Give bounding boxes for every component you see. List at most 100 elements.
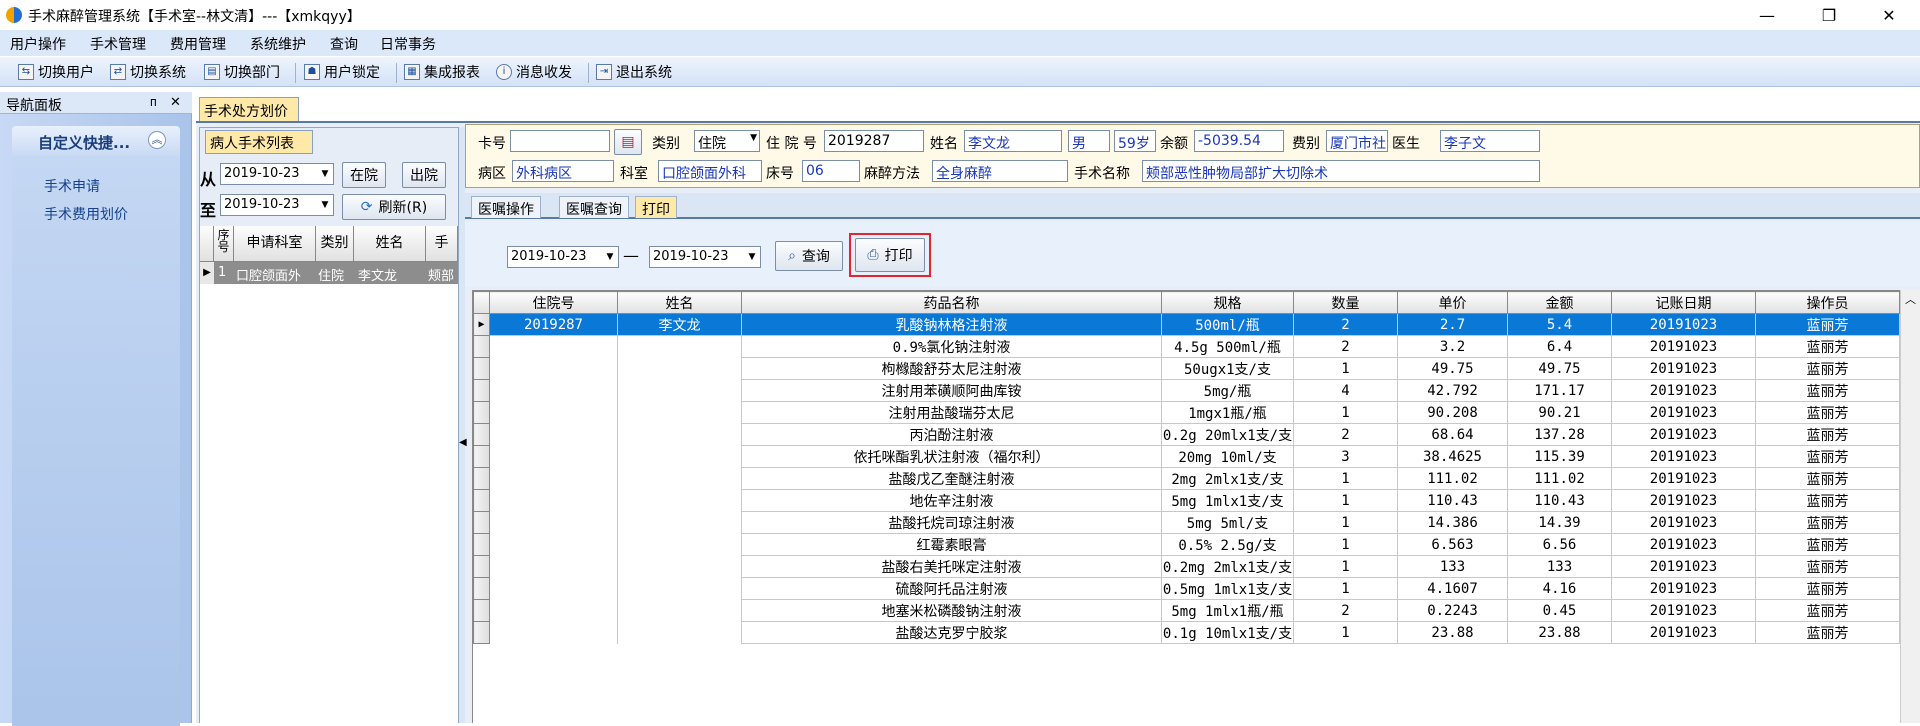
cell-admission-no[interactable] [489,467,618,490]
cell-operator[interactable]: 蓝丽芳 [1755,489,1900,512]
cell-drug-name[interactable]: 丙泊酚注射液 [741,423,1162,446]
cell-billing-date[interactable]: 20191023 [1611,379,1756,402]
cell-unit-price[interactable]: 90.208 [1397,401,1508,424]
table-row[interactable]: 地佐辛注射液 5mg 1mlx1支/支 1 110.43 110.43 20191023 蓝… [473,489,1900,512]
table-row[interactable]: 盐酸达克罗宁胶浆 0.1g 10mlx1支/支 1 23.88 23.88 2019102… [473,621,1900,644]
admission-number-field[interactable]: 2019287 [824,130,924,152]
cell-billing-date[interactable]: 20191023 [1611,467,1756,490]
cell-unit-price[interactable]: 3.2 [1397,335,1508,358]
cell-spec[interactable]: 1mgx1瓶/瓶 [1161,401,1294,424]
close-panel-icon[interactable]: ✕ [170,95,181,110]
cell-drug-name[interactable]: 盐酸戊乙奎醚注射液 [741,467,1162,490]
cell-admission-no[interactable] [489,621,618,644]
menu-system-maint[interactable]: 系统维护 [250,34,306,54]
table-row[interactable]: 硫酸阿托品注射液 0.5mg 1mlx1支/支 1 4.1607 4.16 2019102… [473,577,1900,600]
cell-name[interactable] [617,511,742,534]
table-row[interactable]: 地塞米松磷酸钠注射液 5mg 1mlx1瓶/瓶 2 0.2243 0.45 2019102… [473,599,1900,622]
col-header-type[interactable]: 类别 [316,226,354,262]
cell-amount[interactable]: 0.45 [1507,599,1612,622]
cell-name[interactable] [617,489,742,512]
cell-billing-date[interactable]: 20191023 [1611,445,1756,468]
cell-spec[interactable]: 2mg 2mlx1支/支 [1161,467,1294,490]
cell-admission-no[interactable] [489,379,618,402]
message-button[interactable]: i 消息收发 [496,62,572,82]
cell-quantity[interactable]: 3 [1293,445,1398,468]
table-row[interactable]: 注射用盐酸瑞芬太尼 1mgx1瓶/瓶 1 90.208 90.21 20191023 蓝丽芳 [473,401,1900,424]
row-header[interactable] [473,533,490,556]
type-select[interactable]: 住院 ▼ [694,130,760,152]
cell-operator[interactable]: 蓝丽芳 [1755,599,1900,622]
col-drug-name[interactable]: 药品名称 [741,291,1162,314]
col-quantity[interactable]: 数量 [1293,291,1398,314]
cell-unit-price[interactable]: 38.4625 [1397,445,1508,468]
cell-amount[interactable]: 23.88 [1507,621,1612,644]
cell-admission-no[interactable] [489,577,618,600]
chevron-left-icon[interactable]: ◀ [459,437,467,448]
cell-spec[interactable]: 500ml/瓶 [1161,313,1294,336]
cell-admission-no[interactable] [489,357,618,380]
cell-spec[interactable]: 20mg 10ml/支 [1161,445,1294,468]
exit-button[interactable]: ⇥ 退出系统 [596,62,672,82]
table-row[interactable]: 盐酸托烷司琼注射液 5mg 5ml/支 1 14.386 14.39 20191023 蓝丽… [473,511,1900,534]
cell-operator[interactable]: 蓝丽芳 [1755,621,1900,644]
cell-billing-date[interactable]: 20191023 [1611,401,1756,424]
cell-drug-name[interactable]: 注射用苯磺顺阿曲库铵 [741,379,1162,402]
menu-user-ops[interactable]: 用户操作 [10,34,66,54]
cell-quantity[interactable]: 2 [1293,599,1398,622]
row-header[interactable] [473,577,490,600]
cell-operator[interactable]: 蓝丽芳 [1755,467,1900,490]
patient-row[interactable]: ▶ 1 口腔颌面外 住院 李文龙 颊部 [200,262,458,284]
col-header-dept[interactable]: 申请科室 [234,226,316,262]
row-header[interactable] [473,379,490,402]
lock-user-button[interactable]: ☗ 用户锁定 [304,62,380,82]
cell-billing-date[interactable]: 20191023 [1611,335,1756,358]
cell-unit-price[interactable]: 2.7 [1397,313,1508,336]
cell-name[interactable] [617,401,742,424]
row-header[interactable] [473,555,490,578]
cell-amount[interactable]: 49.75 [1507,357,1612,380]
cell-amount[interactable]: 14.39 [1507,511,1612,534]
row-header[interactable] [473,445,490,468]
cell-spec[interactable]: 50ugx1支/支 [1161,357,1294,380]
cell-name[interactable] [617,621,742,644]
cell-billing-date[interactable]: 20191023 [1611,489,1756,512]
cell-spec[interactable]: 0.5mg 1mlx1支/支 [1161,577,1294,600]
cell-spec[interactable]: 4.5g 500ml/瓶 [1161,335,1294,358]
cell-spec[interactable]: 5mg 5ml/支 [1161,511,1294,534]
row-header[interactable] [473,467,490,490]
cell-drug-name[interactable]: 盐酸托烷司琼注射液 [741,511,1162,534]
minimize-button[interactable]: — [1744,0,1790,30]
card-number-input[interactable] [510,130,610,152]
col-amount[interactable]: 金额 [1507,291,1612,314]
cell-unit-price[interactable]: 110.43 [1397,489,1508,512]
cell-spec[interactable]: 0.2g 20mlx1支/支 [1161,423,1294,446]
link-surgery-application[interactable]: 手术申请 [44,176,100,196]
cell-operator[interactable]: 蓝丽芳 [1755,313,1900,336]
cell-operator[interactable]: 蓝丽芳 [1755,511,1900,534]
refresh-button[interactable]: ⟳ 刷新(R) [342,194,446,220]
col-header-surgery[interactable]: 手 [426,226,458,262]
cell-name[interactable] [617,423,742,446]
cell-admission-no[interactable]: 2019287 [489,313,618,336]
table-row[interactable]: 依托咪酯乳状注射液（福尔利） 20mg 10ml/支 3 38.4625 115.39 2… [473,445,1900,468]
switch-user-button[interactable]: ⇆ 切换用户 [18,62,94,82]
query-to-date[interactable]: 2019-10-23 ▼ [649,246,761,268]
cell-name[interactable] [617,577,742,600]
cell-unit-price[interactable]: 42.792 [1397,379,1508,402]
cell-admission-no[interactable] [489,511,618,534]
col-name[interactable]: 姓名 [617,291,742,314]
cell-amount[interactable]: 5.4 [1507,313,1612,336]
cell-admission-no[interactable] [489,489,618,512]
cell-spec[interactable]: 0.5% 2.5g/支 [1161,533,1294,556]
query-button[interactable]: ⌕ 查询 [775,241,843,271]
cell-admission-no[interactable] [489,335,618,358]
close-button[interactable]: ✕ [1866,0,1912,30]
cell-quantity[interactable]: 1 [1293,555,1398,578]
cell-amount[interactable]: 133 [1507,555,1612,578]
cell-spec[interactable]: 0.1g 10mlx1支/支 [1161,621,1294,644]
cell-amount[interactable]: 4.16 [1507,577,1612,600]
col-operator[interactable]: 操作员 [1755,291,1900,314]
table-row[interactable]: 盐酸戊乙奎醚注射液 2mg 2mlx1支/支 1 111.02 111.02 201910… [473,467,1900,490]
patient-to-date[interactable]: 2019-10-23 ▼ [220,194,334,216]
cell-admission-no[interactable] [489,401,618,424]
